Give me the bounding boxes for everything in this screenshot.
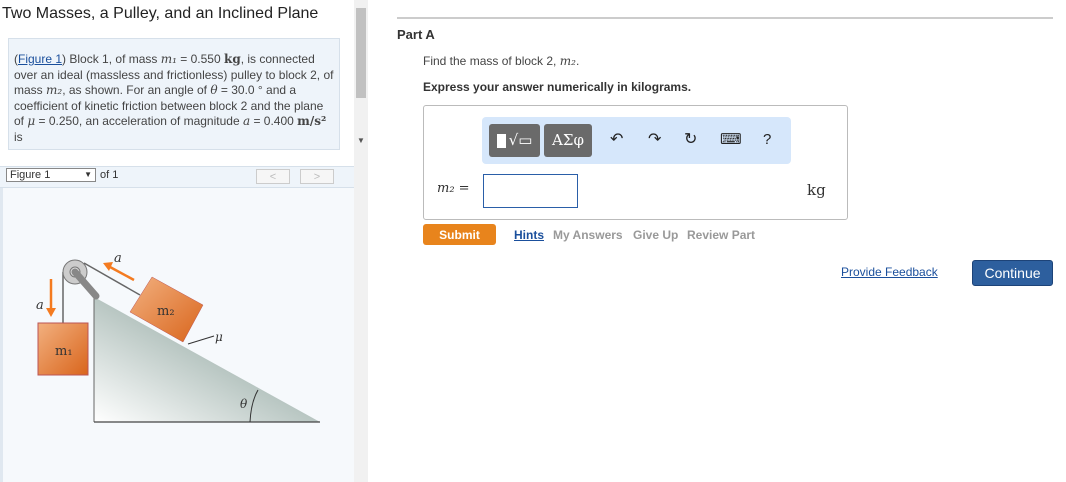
scroll-down-arrow-icon[interactable]: ▼ <box>357 136 365 145</box>
provide-feedback-link[interactable]: Provide Feedback <box>841 265 938 279</box>
page-title: Two Masses, a Pulley, and an Inclined Pl… <box>2 5 319 22</box>
part-label: Part A <box>397 27 435 42</box>
text: Block 1, of mass <box>69 52 161 66</box>
question-end: . <box>575 54 580 68</box>
figure-count: of 1 <box>100 169 119 181</box>
review-part-link[interactable]: Review Part <box>687 228 755 242</box>
question-text: Find the mass of block 2, <box>423 54 560 68</box>
incline <box>94 297 320 422</box>
help-icon[interactable]: ? <box>763 130 771 150</box>
my-answers-link[interactable]: My Answers <box>553 228 623 242</box>
label-mu: μ <box>215 330 223 344</box>
figure-diagram: m₁ m₂ a a μ θ <box>36 251 320 423</box>
text: , as shown. For an angle of <box>62 83 211 97</box>
unit: m/s² <box>297 114 327 128</box>
templates-button[interactable]: √▭ <box>489 124 540 157</box>
text: = 0.550 <box>176 52 224 66</box>
figure-select[interactable]: Figure 1 ▼ <box>6 168 96 182</box>
question-var: m₂ <box>559 54 576 68</box>
label-m2: m₂ <box>157 304 175 319</box>
mu-leader <box>187 335 215 345</box>
arrow-a1-head <box>46 308 56 317</box>
scrollbar-thumb[interactable] <box>356 8 366 98</box>
reset-icon[interactable]: ↻ <box>684 130 697 150</box>
unit: kg <box>224 52 241 66</box>
redo-icon[interactable]: ↷ <box>648 130 661 150</box>
label-a2: a <box>114 251 122 266</box>
symbols-button[interactable]: ΑΣφ <box>544 124 592 157</box>
var-m1: m₁ <box>160 52 177 66</box>
math-toolbar: √▭ ΑΣφ ↶ ↷ ↻ ⌨ ? <box>482 117 791 164</box>
hints-link[interactable]: Hints <box>514 228 544 242</box>
submit-button[interactable]: Submit <box>423 224 496 245</box>
answer-label: m₂ = <box>437 181 470 196</box>
text: = 0.250, an acceleration of magnitude <box>35 114 243 128</box>
sqrt-icon: √ <box>508 131 519 149</box>
answer-unit: kg <box>807 181 826 199</box>
next-figure-button[interactable]: > <box>300 169 334 184</box>
var-mu: μ <box>27 114 36 128</box>
text: is <box>14 129 23 144</box>
instruction: Express your answer numerically in kilog… <box>423 80 692 94</box>
figure-select-value: Figure 1 <box>10 169 51 181</box>
dropdown-arrow-icon: ▼ <box>84 170 92 179</box>
problem-text: (Figure 1) Block 1, of mass m₁ = 0.550 k… <box>8 38 340 150</box>
var-m2: m₂ <box>46 83 63 97</box>
m2-answer-input[interactable] <box>483 174 578 208</box>
question: Find the mass of block 2, m₂. <box>423 54 579 68</box>
label-m1: m₁ <box>55 344 73 359</box>
continue-button[interactable]: Continue <box>972 260 1053 286</box>
label-theta: θ <box>240 397 248 411</box>
divider <box>397 17 1053 19</box>
label-a1: a <box>36 298 44 313</box>
keyboard-icon[interactable]: ⌨ <box>720 130 742 150</box>
arrow-a2 <box>109 265 135 282</box>
give-up-link[interactable]: Give Up <box>633 228 678 242</box>
figure-link[interactable]: Figure 1 <box>18 52 62 66</box>
undo-icon[interactable]: ↶ <box>610 130 623 150</box>
text: = 0.400 <box>250 114 298 128</box>
var-theta: θ <box>210 83 218 97</box>
prev-figure-button[interactable]: < <box>256 169 290 184</box>
